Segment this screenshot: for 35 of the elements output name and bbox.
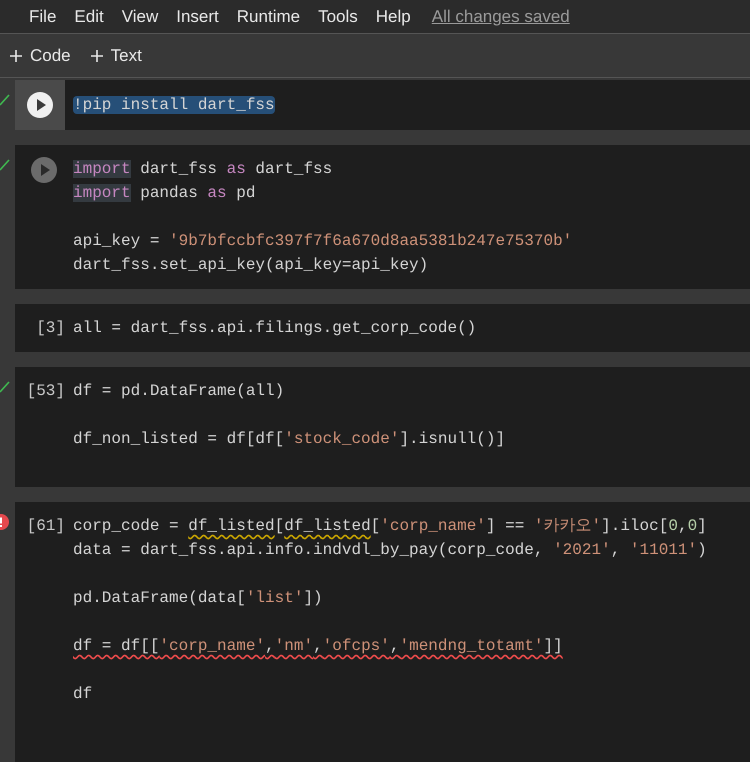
play-icon[interactable] xyxy=(31,157,57,183)
run-button[interactable] xyxy=(15,80,65,130)
code-line: data = dart_fss.api.info.indvdl_by_pay(corp_code, '2021', '11011') xyxy=(73,540,707,561)
menu-item[interactable]: File xyxy=(29,4,56,30)
code-line: api_key = '9b7bfccbfc397f7f6a670d8aa5381b247e75370b' xyxy=(73,231,572,252)
execution-count: [61] xyxy=(26,516,65,537)
add-cell-button[interactable]: Text xyxy=(90,42,142,68)
code-line: corp_code = df_listed[df_listed['corp_name'] == '카카오'].iloc[0,0] xyxy=(73,516,707,537)
play-icon xyxy=(27,92,53,118)
code-line: all = dart_fss.api.filings.get_corp_code() xyxy=(73,318,476,339)
menu-item[interactable]: View xyxy=(122,4,158,30)
code-line: dart_fss.set_api_key(api_key=api_key) xyxy=(73,255,430,276)
code-cell[interactable]: [53] df = pd.DataFrame(all) df_non_listed = df[df['stock_code'].isnull()] xyxy=(15,367,750,487)
plus-icon xyxy=(10,50,22,62)
plus-icon xyxy=(90,50,103,62)
code-cell[interactable]: import dart_fss as dart_fss import pandas as pd api_key = '9b7bfccbfc397f7f6a670d8aa5381b247e75370b' dart_fss.set_api_key(api_key=api_key) xyxy=(15,145,750,289)
menu-item[interactable]: Help xyxy=(376,4,411,30)
code-line: df_non_listed = df[df['stock_code'].isnull()] xyxy=(73,429,506,450)
add-cell-button[interactable]: Code xyxy=(10,42,71,68)
save-status-link[interactable]: All changes saved xyxy=(432,4,570,30)
code-cell[interactable]: [3] all = dart_fss.api.filings.get_corp_code() xyxy=(15,304,750,352)
code-line: df xyxy=(73,684,94,705)
code-line: df = pd.DataFrame(all) xyxy=(73,381,286,402)
menu-item[interactable]: Runtime xyxy=(236,4,300,30)
code-line: import pandas as pd xyxy=(73,183,256,204)
code-cell[interactable]: !pip install dart_fss xyxy=(15,80,750,130)
execution-count: [3] xyxy=(36,318,65,339)
code-cell[interactable] xyxy=(15,502,750,762)
menu-item[interactable]: Insert xyxy=(176,4,219,30)
menu-item[interactable]: Tools xyxy=(318,4,358,30)
code-line: df = df[['corp_name','nm','ofcps','mendng_totamt']] xyxy=(73,636,564,657)
code-line: pd.DataFrame(data['list']) xyxy=(73,588,324,609)
code-line: import dart_fss as dart_fss xyxy=(73,159,334,180)
execution-count: [53] xyxy=(26,381,65,402)
menu-item[interactable]: Edit xyxy=(74,4,104,30)
